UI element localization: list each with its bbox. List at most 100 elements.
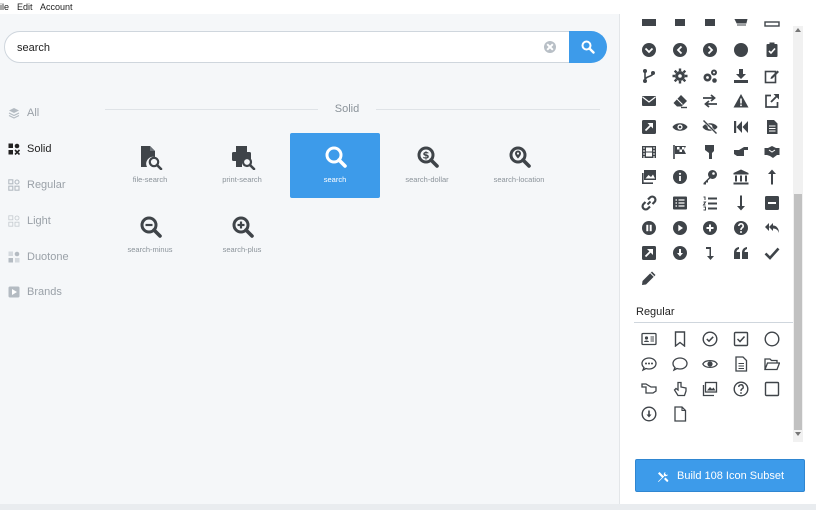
list-ol-icon[interactable]	[702, 195, 718, 211]
minus-square-icon[interactable]	[764, 195, 780, 211]
build-subset-label: Build 108 Icon Subset	[677, 470, 785, 482]
duotone-style-icon	[8, 251, 20, 263]
scroll-down-arrow-icon[interactable]	[795, 432, 801, 436]
icon-tile-search[interactable]: search	[290, 133, 380, 198]
icon-tile-search-dollar[interactable]: $ search-dollar	[382, 133, 472, 198]
edit-icon[interactable]	[764, 68, 780, 84]
circle-icon[interactable]	[733, 42, 749, 58]
handshake-icon[interactable]	[764, 144, 780, 160]
hand-point-right-icon[interactable]	[733, 144, 749, 160]
build-subset-button[interactable]: Build 108 Icon Subset	[635, 459, 805, 492]
reply-all-icon[interactable]	[764, 220, 780, 236]
sidebar-item-label: Regular	[27, 179, 66, 191]
address-card-icon[interactable]	[641, 331, 657, 347]
icon-tile-file-search[interactable]: file-search	[105, 133, 195, 198]
clipboard-check-icon[interactable]	[764, 42, 780, 58]
bookmark-icon[interactable]	[672, 331, 688, 347]
chevron-circle-left-icon[interactable]	[672, 42, 688, 58]
cart-icon[interactable]	[733, 19, 749, 35]
sidebar-item-label: Duotone	[27, 251, 69, 263]
play-circle-icon[interactable]	[672, 220, 688, 236]
list-alt-icon[interactable]	[672, 195, 688, 211]
menu-account[interactable]: Account	[40, 0, 73, 14]
film-icon[interactable]	[641, 144, 657, 160]
check-circle-icon[interactable]	[702, 331, 718, 347]
exclamation-triangle-icon[interactable]	[733, 93, 749, 109]
check-square-icon[interactable]	[733, 331, 749, 347]
hand-point-left-icon[interactable]	[641, 381, 657, 397]
file-alt-icon[interactable]	[764, 119, 780, 135]
hand-point-down-icon[interactable]	[702, 144, 718, 160]
search-location-icon	[509, 146, 531, 168]
arrow-icon[interactable]	[702, 19, 718, 35]
subset-section-title: Regular	[636, 306, 675, 318]
images-icon[interactable]	[641, 169, 657, 185]
plus-circle-icon[interactable]	[702, 220, 718, 236]
eye-outline-icon[interactable]	[702, 356, 718, 372]
landmark-icon[interactable]	[733, 169, 749, 185]
level-down-icon[interactable]	[702, 245, 718, 261]
info-circle-icon[interactable]	[672, 169, 688, 185]
code-branch-icon[interactable]	[641, 68, 657, 84]
share-square-icon[interactable]	[641, 245, 657, 261]
menu-edit[interactable]: Edit	[17, 0, 33, 14]
long-arrow-alt-down-icon[interactable]	[733, 195, 749, 211]
folder-open-icon[interactable]	[764, 356, 780, 372]
section-title: Solid	[334, 103, 360, 115]
solid-style-icon	[8, 143, 20, 155]
scroll-up-arrow-icon[interactable]	[795, 28, 801, 32]
map-marker-icon[interactable]	[672, 19, 688, 35]
download-icon[interactable]	[733, 68, 749, 84]
pause-circle-icon[interactable]	[641, 220, 657, 236]
file-alt-outline-icon[interactable]	[733, 356, 749, 372]
icon-tile-print-search[interactable]: print-search	[197, 133, 287, 198]
subset-panel: Regular Build 108 Icon Subset	[619, 14, 816, 504]
search-button[interactable]	[569, 31, 607, 63]
icon-tile-label: search-minus	[127, 245, 173, 254]
section-divider	[376, 109, 600, 110]
question-circle-outline-icon[interactable]	[733, 381, 749, 397]
exchange-alt-icon[interactable]	[702, 93, 718, 109]
comment-icon[interactable]	[672, 356, 688, 372]
icon-tile-search-location[interactable]: search-location	[474, 133, 564, 198]
icon-tile-search-minus[interactable]: search-minus	[105, 203, 195, 268]
images-outline-icon[interactable]	[702, 381, 718, 397]
circle-outline-icon[interactable]	[764, 331, 780, 347]
comment-dots-icon[interactable]	[641, 356, 657, 372]
link-icon[interactable]	[641, 195, 657, 211]
menu-file[interactable]: ile	[0, 0, 9, 14]
file-outline-icon[interactable]	[672, 406, 688, 422]
hand-pointer-icon[interactable]	[672, 381, 688, 397]
cog-icon[interactable]	[672, 68, 688, 84]
external-link-square-icon[interactable]	[641, 119, 657, 135]
icon-tile-label: search-plus	[222, 245, 262, 254]
eye-slash-icon[interactable]	[702, 119, 718, 135]
section-divider	[634, 322, 794, 323]
question-circle-icon[interactable]	[733, 220, 749, 236]
key-icon[interactable]	[702, 169, 718, 185]
brands-icon	[8, 286, 20, 298]
icon-tile-search-plus[interactable]: search-plus	[197, 203, 287, 268]
scrollbar-thumb[interactable]	[794, 194, 802, 430]
icon-tile-label: search	[323, 175, 347, 184]
cogs-icon[interactable]	[702, 68, 718, 84]
check-icon[interactable]	[764, 245, 780, 261]
eye-icon[interactable]	[672, 119, 688, 135]
chevron-circle-down-icon[interactable]	[641, 42, 657, 58]
envelope-icon[interactable]	[641, 93, 657, 109]
search-input[interactable]	[17, 38, 517, 58]
fast-backward-icon[interactable]	[733, 119, 749, 135]
long-arrow-alt-up-icon[interactable]	[764, 169, 780, 185]
arrow-circle-down-icon[interactable]	[672, 245, 688, 261]
external-link-alt-icon[interactable]	[764, 93, 780, 109]
clear-search-icon[interactable]	[544, 41, 556, 53]
pencil-alt-icon[interactable]	[641, 270, 657, 286]
chevron-circle-right-icon[interactable]	[702, 42, 718, 58]
square-outline-icon[interactable]	[764, 381, 780, 397]
eraser-icon[interactable]	[672, 93, 688, 109]
arrow-alt-circle-down-icon[interactable]	[641, 406, 657, 422]
quote-left-icon[interactable]	[733, 245, 749, 261]
flag-checkered-icon[interactable]	[672, 144, 688, 160]
ruler-icon[interactable]	[764, 19, 780, 35]
envelope-icon[interactable]	[641, 19, 657, 35]
